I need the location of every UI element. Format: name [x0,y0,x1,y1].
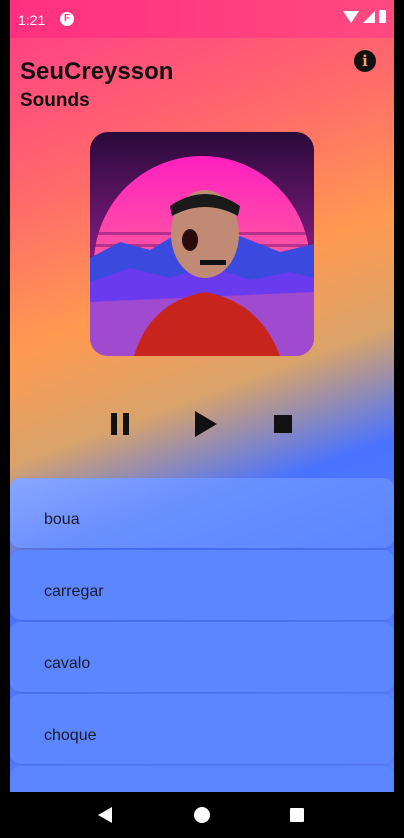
battery-icon [379,10,386,23]
recent-apps-icon[interactable] [290,808,304,822]
phone-frame: 1:21 F SeuCreysson Sounds i boua carrega… [10,0,394,838]
app-subtitle: Sounds [20,90,90,111]
app-notification-icon: F [60,12,74,26]
stop-button[interactable] [267,408,299,440]
album-art-image [90,132,314,356]
system-nav-bar [0,792,404,838]
info-icon[interactable]: i [354,50,376,72]
status-indicators [343,10,386,23]
sound-item-choque[interactable]: choque [10,694,394,764]
wifi-icon [343,10,359,23]
sound-item-cavalo[interactable]: cavalo [10,622,394,692]
stop-icon [274,415,292,433]
play-icon [195,411,217,437]
home-icon[interactable] [194,807,210,823]
sound-item-carregar[interactable]: carregar [10,550,394,620]
signal-icon [363,10,375,23]
album-art [90,132,314,356]
pause-icon [111,413,117,435]
sound-list: boua carregar cavalo choque [10,478,394,838]
sound-item-boua[interactable]: boua [10,478,394,548]
playback-controls [10,404,394,448]
play-button[interactable] [188,408,220,440]
pause-button[interactable] [104,408,136,440]
sound-item-label: boua [44,511,80,528]
status-bar: 1:21 F [10,0,394,38]
status-time: 1:21 [18,12,46,28]
back-icon[interactable] [98,807,112,823]
sound-item-label: cavalo [44,655,91,672]
app-screen: 1:21 F SeuCreysson Sounds i boua carrega… [10,0,394,836]
sound-item-label: carregar [44,583,104,600]
app-title: SeuCreysson [20,58,174,85]
sound-item-label: choque [44,727,97,744]
